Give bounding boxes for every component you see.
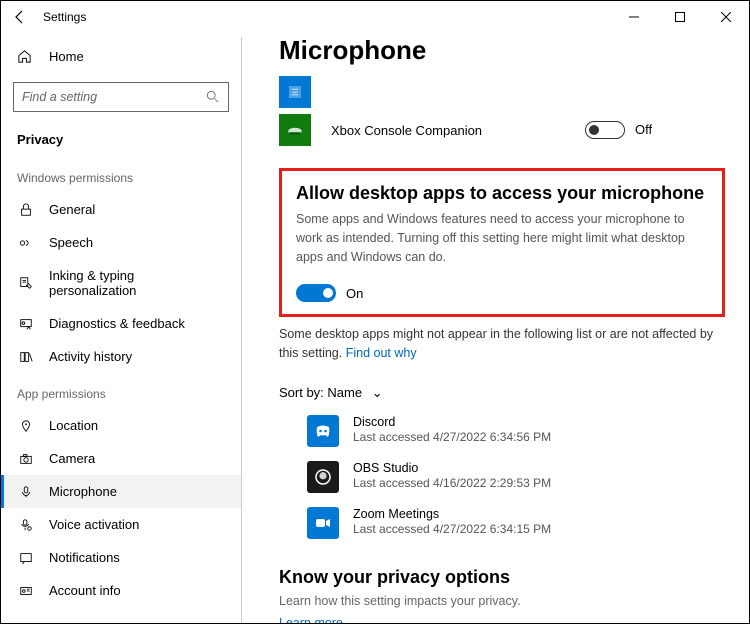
nav-label: Inking & typing personalization — [49, 268, 225, 298]
home-button[interactable]: Home — [1, 41, 241, 72]
desktop-app-row: Zoom Meetings Last accessed 4/27/2022 6:… — [307, 507, 725, 539]
nav-account-info[interactable]: Account info — [1, 574, 241, 607]
app-icon: 三 — [279, 76, 311, 108]
desktop-apps-toggle[interactable] — [296, 284, 336, 302]
app-time: Last accessed 4/27/2022 6:34:56 PM — [353, 430, 551, 444]
diagnostics-icon — [17, 317, 35, 331]
chevron-down-icon: ⌄ — [372, 385, 383, 400]
page-heading: Microphone — [279, 35, 725, 66]
window-title: Settings — [43, 10, 86, 24]
app-name: Zoom Meetings — [353, 507, 551, 521]
maximize-button[interactable] — [657, 1, 703, 33]
app-time: Last accessed 4/27/2022 6:34:15 PM — [353, 522, 551, 536]
nav-microphone[interactable]: Microphone — [1, 475, 241, 508]
svg-text:三: 三 — [291, 88, 299, 97]
app-row-partial: 三 — [279, 76, 725, 108]
home-label: Home — [49, 49, 84, 64]
nav-label: Account info — [49, 583, 121, 598]
minimize-button[interactable] — [611, 1, 657, 33]
nav-notifications[interactable]: Notifications — [1, 541, 241, 574]
account-info-icon — [17, 584, 35, 598]
sort-value: Name — [327, 385, 362, 400]
nav-voice-activation[interactable]: Voice activation — [1, 508, 241, 541]
home-icon — [17, 49, 35, 64]
highlight-box: Allow desktop apps to access your microp… — [279, 168, 725, 317]
nav-general[interactable]: General — [1, 193, 241, 226]
lock-icon — [17, 203, 35, 217]
nav-label: General — [49, 202, 95, 217]
back-button[interactable] — [9, 6, 31, 28]
sort-label: Sort by: — [279, 385, 324, 400]
xbox-icon — [279, 114, 311, 146]
app-name: Discord — [353, 415, 551, 429]
history-icon — [17, 350, 35, 364]
nav-label: Notifications — [49, 550, 120, 565]
desktop-app-row: OBS Studio Last accessed 4/16/2022 2:29:… — [307, 461, 725, 493]
nav-label: Voice activation — [49, 517, 139, 532]
close-button[interactable] — [703, 1, 749, 33]
search-input[interactable] — [22, 90, 206, 104]
nav-label: Diagnostics & feedback — [49, 316, 185, 331]
privacy-sub: Learn how this setting impacts your priv… — [279, 594, 725, 608]
nav-location[interactable]: Location — [1, 409, 241, 442]
speech-icon — [17, 236, 35, 250]
camera-icon — [17, 452, 35, 466]
search-icon — [206, 90, 220, 104]
app-name: Xbox Console Companion — [331, 123, 585, 138]
group-header-app: App permissions — [1, 373, 241, 409]
nav-label: Camera — [49, 451, 95, 466]
voice-icon — [17, 518, 35, 532]
nav-label: Microphone — [49, 484, 117, 499]
category-label: Privacy — [1, 122, 241, 157]
find-out-why-link[interactable]: Find out why — [346, 346, 417, 360]
sort-row[interactable]: Sort by: Name ⌄ — [279, 385, 725, 401]
nav-camera[interactable]: Camera — [1, 442, 241, 475]
app-time: Last accessed 4/16/2022 2:29:53 PM — [353, 476, 551, 490]
privacy-title: Know your privacy options — [279, 567, 725, 588]
divider — [241, 37, 242, 623]
nav-diagnostics[interactable]: Diagnostics & feedback — [1, 307, 241, 340]
nav-label: Location — [49, 418, 98, 433]
inking-icon — [17, 276, 35, 290]
section-desc: Some apps and Windows features need to a… — [296, 210, 708, 266]
discord-icon — [307, 415, 339, 447]
toggle-label: On — [346, 286, 363, 301]
toggle-xbox[interactable] — [585, 121, 625, 139]
group-header-windows: Windows permissions — [1, 157, 241, 193]
nav-label: Speech — [49, 235, 93, 250]
app-row-xbox: Xbox Console Companion Off — [279, 114, 725, 146]
notifications-icon — [17, 551, 35, 565]
section-title: Allow desktop apps to access your microp… — [296, 183, 708, 204]
note-text: Some desktop apps might not appear in th… — [279, 325, 725, 363]
nav-speech[interactable]: Speech — [1, 226, 241, 259]
search-box[interactable] — [13, 82, 229, 112]
nav-inking[interactable]: Inking & typing personalization — [1, 259, 241, 307]
microphone-icon — [17, 485, 35, 499]
desktop-app-row: Discord Last accessed 4/27/2022 6:34:56 … — [307, 415, 725, 447]
app-name: OBS Studio — [353, 461, 551, 475]
location-icon — [17, 419, 35, 433]
toggle-label: Off — [635, 122, 652, 137]
sidebar: Home Privacy Windows permissions General… — [1, 33, 241, 623]
obs-icon — [307, 461, 339, 493]
content-area: Microphone 三 Xbox Console Companion Off … — [255, 35, 749, 623]
nav-label: Activity history — [49, 349, 132, 364]
nav-activity-history[interactable]: Activity history — [1, 340, 241, 373]
zoom-icon — [307, 507, 339, 539]
learn-more-link[interactable]: Learn more — [279, 616, 725, 623]
